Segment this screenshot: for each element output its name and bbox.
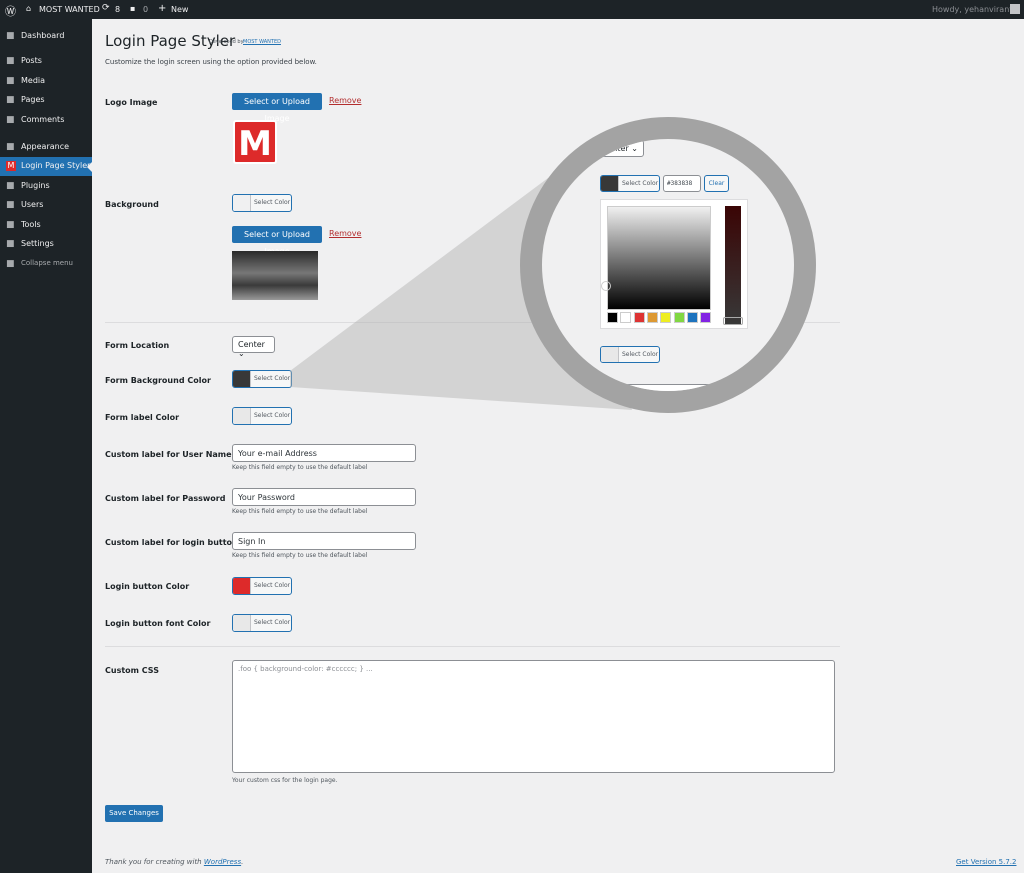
saturation-square[interactable] — [607, 206, 711, 310]
select-partial-text: nter — [612, 144, 629, 153]
palette-swatch[interactable] — [646, 312, 658, 323]
palette-swatch[interactable] — [607, 312, 618, 323]
select-color-text: Select Color — [622, 180, 659, 187]
color-button-zoomed[interactable]: Select Color — [600, 346, 660, 363]
palette-swatch[interactable] — [633, 312, 645, 323]
input-zoomed — [620, 384, 730, 391]
slider-handle[interactable] — [723, 317, 743, 325]
palette-swatch[interactable] — [686, 312, 698, 323]
palette-swatch[interactable] — [673, 312, 685, 323]
palette-swatch[interactable] — [620, 312, 632, 323]
clear-button[interactable]: Clear — [704, 175, 729, 192]
palette-swatch[interactable] — [660, 312, 672, 323]
color-picker-panel — [600, 199, 748, 329]
palette-swatch[interactable] — [700, 312, 712, 323]
color-swatch — [601, 176, 619, 191]
hex-input[interactable]: #383838 — [663, 175, 701, 192]
form-location-select-zoomed: nter ⌄ — [578, 140, 644, 157]
color-button-zoomed[interactable]: Select Color — [600, 175, 660, 192]
hue-slider[interactable] — [725, 206, 741, 324]
magnifier-cone — [290, 178, 632, 410]
color-swatch — [601, 347, 619, 362]
select-color-text: Select Color — [622, 351, 659, 358]
magnifier: nter ⌄ Select Color #383838 Clear Select… — [520, 117, 816, 413]
picker-handle[interactable] — [601, 281, 611, 291]
